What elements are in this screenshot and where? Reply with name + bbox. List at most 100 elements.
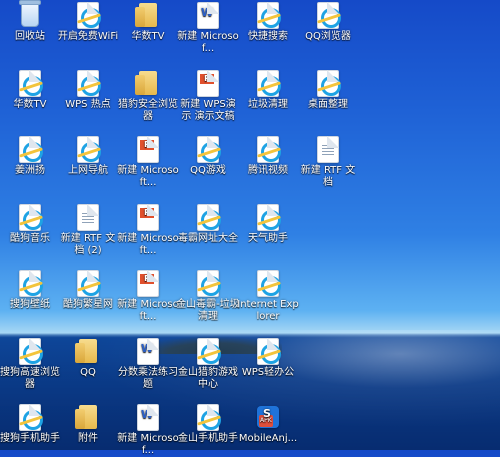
desktop-icon-label: WPS 热点 (65, 99, 111, 110)
folder-icon (135, 70, 161, 96)
wps-presentation-icon: P (135, 269, 161, 297)
ie-icon (255, 269, 281, 297)
ie-icon (255, 1, 281, 29)
desktop-icon[interactable]: 华数TV (116, 2, 180, 43)
desktop-icon-label: 上网导航 (68, 165, 108, 176)
desktop-icon-label: 快捷搜索 (248, 31, 288, 42)
ie-icon (195, 135, 221, 163)
desktop-icon[interactable]: 新建 RTF 文档 (2) (56, 203, 120, 257)
desktop-icon-label: 酷狗繁星网 (63, 299, 113, 310)
desktop-icon[interactable]: W 新建 Microsof... (176, 1, 240, 55)
desktop-icon[interactable]: P 新建 Microsoft... (116, 203, 180, 257)
desktop: 回收站 开启免费WiFi 华数TV W 新建 Microsof... 快捷搜索 … (0, 0, 500, 456)
ie-icon (195, 203, 221, 231)
desktop-icon[interactable]: 金山猎豹游戏中心 (176, 337, 240, 391)
desktop-icon[interactable]: 新建 RTF 文档 (296, 135, 360, 189)
desktop-icon-label: 毒霸网址大全 (178, 233, 238, 244)
desktop-icon[interactable]: 上网导航 (56, 135, 120, 177)
desktop-icon-label: WPS轻办公 (241, 367, 295, 378)
folder-icon (135, 2, 161, 28)
desktop-icon-label: 附件 (78, 433, 98, 444)
desktop-icon-label: 腾讯视频 (248, 165, 288, 176)
desktop-icon-label: QQ浏览器 (305, 31, 351, 42)
desktop-icon[interactable]: 快捷搜索 (236, 1, 300, 43)
desktop-icon-label: MobileAnj... (238, 433, 298, 444)
desktop-icon[interactable]: 开启免费WiFi (56, 1, 120, 43)
folder-icon (75, 404, 101, 430)
desktop-icon-label: 姜洲扬 (15, 165, 45, 176)
desktop-icon[interactable]: 天气助手 (236, 203, 300, 245)
desktop-icon-label: 开启免费WiFi (57, 31, 119, 42)
desktop-icon-label: 金山毒霸-垃圾清理 (176, 299, 240, 322)
desktop-icon[interactable]: P 新建 Microsoft... (116, 269, 180, 323)
apk-icon (255, 404, 281, 430)
ie-icon (255, 135, 281, 163)
ie-icon (17, 135, 43, 163)
desktop-icon[interactable]: WPS轻办公 (236, 337, 300, 379)
desktop-icon-label: 酷狗音乐 (10, 233, 50, 244)
desktop-icon-label: 新建 WPS演示 演示文稿 (180, 99, 236, 122)
desktop-icon[interactable]: P 新建 Microsoft... (116, 135, 180, 189)
ie-icon (17, 203, 43, 231)
desktop-icon[interactable]: WPS 热点 (56, 69, 120, 111)
ie-icon (195, 337, 221, 365)
wps-presentation-icon: P (135, 203, 161, 231)
ie-icon (75, 69, 101, 97)
desktop-icon[interactable]: 附件 (56, 404, 120, 445)
desktop-icon[interactable]: 酷狗繁星网 (56, 269, 120, 311)
desktop-icon-label: QQ (80, 367, 96, 378)
desktop-icon[interactable]: 腾讯视频 (236, 135, 300, 177)
desktop-icon[interactable]: 搜狗手机助手 (0, 403, 62, 445)
desktop-icon[interactable]: 金山手机助手 (176, 403, 240, 445)
desktop-icon[interactable]: 猎豹安全浏览器 (116, 70, 180, 123)
ie-icon (195, 403, 221, 431)
ie-icon (17, 69, 43, 97)
wps-presentation-icon: P (195, 69, 221, 97)
desktop-icon[interactable]: 金山毒霸-垃圾清理 (176, 269, 240, 323)
desktop-icon[interactable]: QQ (56, 338, 120, 379)
wps-document-icon: W (135, 403, 161, 431)
desktop-icon[interactable]: 垃圾清理 (236, 69, 300, 111)
desktop-icon[interactable]: 回收站 (0, 0, 62, 43)
desktop-icon-label: 新建 Microsoft... (117, 165, 179, 188)
desktop-icon[interactable]: Internet Explorer (236, 269, 300, 323)
desktop-icon[interactable]: QQ浏览器 (296, 1, 360, 43)
wps-document-icon: W (135, 337, 161, 365)
desktop-icon-label: 猎豹安全浏览器 (118, 99, 178, 122)
ie-icon (255, 203, 281, 231)
rtf-document-icon (315, 135, 341, 163)
desktop-icon[interactable]: P 新建 WPS演示 演示文稿 (176, 69, 240, 123)
desktop-icon[interactable]: 搜狗壁纸 (0, 269, 62, 311)
desktop-icon[interactable]: 搜狗高速浏览器 (0, 337, 62, 391)
desktop-icon[interactable]: 华数TV (0, 69, 62, 111)
desktop-icon-label: 新建 Microsof... (117, 433, 179, 456)
recycle-bin-icon (17, 0, 43, 28)
desktop-icon[interactable]: 毒霸网址大全 (176, 203, 240, 245)
desktop-icon-label: 新建 Microsof... (177, 31, 239, 54)
desktop-icon-label: 搜狗手机助手 (0, 433, 60, 444)
desktop-icon-label: 桌面整理 (308, 99, 348, 110)
ie-icon (315, 69, 341, 97)
desktop-icon-label: 新建 Microsoft... (117, 299, 179, 322)
ie-icon (315, 1, 341, 29)
desktop-icon[interactable]: MobileAnj... (236, 404, 300, 445)
desktop-icon-label: 回收站 (15, 31, 45, 42)
desktop-icon[interactable]: 姜洲扬 (0, 135, 62, 177)
ie-icon (75, 269, 101, 297)
desktop-icon-label: 新建 Microsoft... (117, 233, 179, 256)
desktop-icon[interactable]: 桌面整理 (296, 69, 360, 111)
desktop-icon-label: 新建 RTF 文档 (2) (60, 233, 116, 256)
ie-icon (17, 403, 43, 431)
rtf-document-icon (75, 203, 101, 231)
desktop-icon-label: 垃圾清理 (248, 99, 288, 110)
desktop-icon[interactable]: W 分数乘法练习题 (116, 337, 180, 391)
desktop-icon-label: 搜狗高速浏览器 (0, 367, 60, 390)
desktop-icon-label: 天气助手 (248, 233, 288, 244)
wps-document-icon: W (195, 1, 221, 29)
ie-icon (75, 135, 101, 163)
desktop-icon[interactable]: W 新建 Microsof... (116, 403, 180, 457)
desktop-icon[interactable]: 酷狗音乐 (0, 203, 62, 245)
folder-icon (75, 338, 101, 364)
ie-icon (17, 269, 43, 297)
desktop-icon[interactable]: QQ游戏 (176, 135, 240, 177)
